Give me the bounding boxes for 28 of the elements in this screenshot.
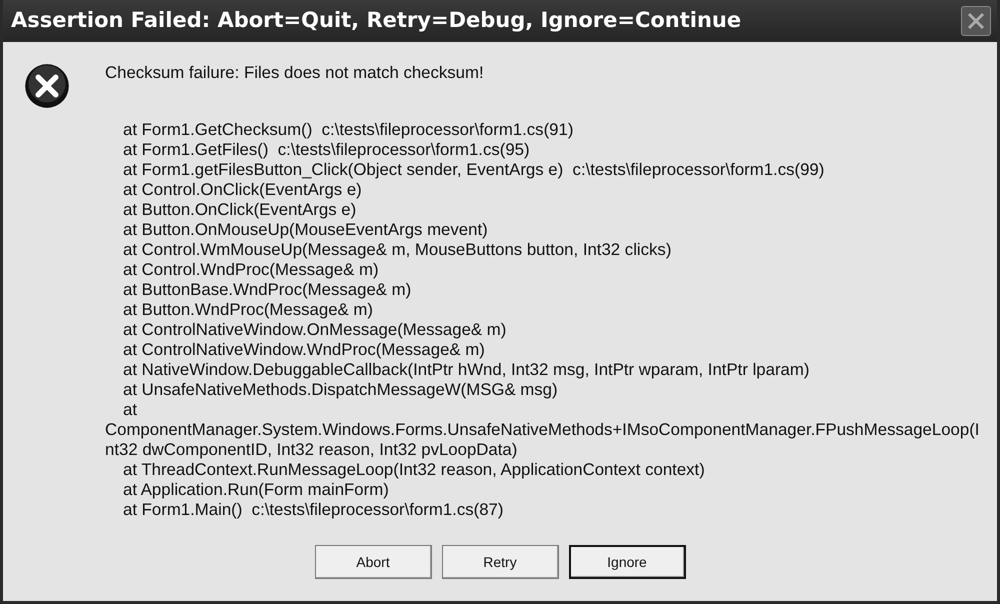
stack-trace-line: at ControlNativeWindow.WndProc(Message& m) xyxy=(122,340,486,360)
stack-trace-line: at ControlNativeWindow.OnMessage(Message& m) xyxy=(122,320,508,340)
close-icon xyxy=(966,11,986,31)
error-message: Checksum failure: Files does not match checksum! xyxy=(105,62,485,84)
stack-trace-line: at xyxy=(122,400,138,420)
dialog-button[interactable]: Abort xyxy=(314,545,432,579)
error-icon xyxy=(23,62,71,110)
stack-trace-line: at NativeWindow.DebuggableCallback(IntPtr hWnd, Int32 msg, IntPtr wparam, IntPtr lparam) xyxy=(122,360,810,380)
stack-trace-line: nt32 dwComponentID, Int32 reason, Int32 pvLoopData) xyxy=(105,440,518,460)
stack-trace-line: at Application.Run(Form mainForm) xyxy=(122,480,390,500)
close-button[interactable] xyxy=(961,6,991,36)
stack-trace-line: ComponentManager.System.Windows.Forms.UnsafeNativeMethods+IMsoComponentManager.FPushMessageLoop(I xyxy=(105,420,980,440)
stack-trace-line: at Button.OnClick(EventArgs e) xyxy=(122,200,358,220)
stack-trace-line: at Control.WndProc(Message& m) xyxy=(122,260,380,280)
stack-trace-line: at UnsafeNativeMethods.DispatchMessageW(MSG& msg) xyxy=(122,380,559,400)
stack-trace-line: at Control.WmMouseUp(Message& m, MouseButtons button, Int32 clicks) xyxy=(122,240,672,260)
stack-trace-line: at Button.OnMouseUp(MouseEventArgs mevent) xyxy=(122,220,489,240)
stack-trace-line: at Control.OnClick(EventArgs e) xyxy=(122,180,363,200)
stack-trace-line: at Button.WndProc(Message& m) xyxy=(122,300,374,320)
dialog-button[interactable]: Retry xyxy=(442,545,558,579)
window-title: Assertion Failed: Abort=Quit, Retry=Debug, Ignore=Continue xyxy=(11,7,742,34)
dialog-button[interactable]: Ignore xyxy=(568,545,686,579)
stack-trace-line: at ButtonBase.WndProc(Message& m) xyxy=(122,280,412,300)
stack-trace-line: at ThreadContext.RunMessageLoop(Int32 reason, ApplicationContext context) xyxy=(122,460,706,480)
stack-trace-line: at Form1.Main() c:\tests\fileprocessor\form1.cs(87) xyxy=(122,500,504,520)
stack-trace-line: at Form1.GetFiles() c:\tests\fileprocessor\form1.cs(95) xyxy=(122,140,531,160)
stack-trace-line: at Form1.GetChecksum() c:\tests\fileprocessor\form1.cs(91) xyxy=(122,120,574,140)
stack-trace-line: at Form1.getFilesButton_Click(Object sender, EventArgs e) c:\tests\fileprocessor\form1.cs(99) xyxy=(122,160,826,180)
